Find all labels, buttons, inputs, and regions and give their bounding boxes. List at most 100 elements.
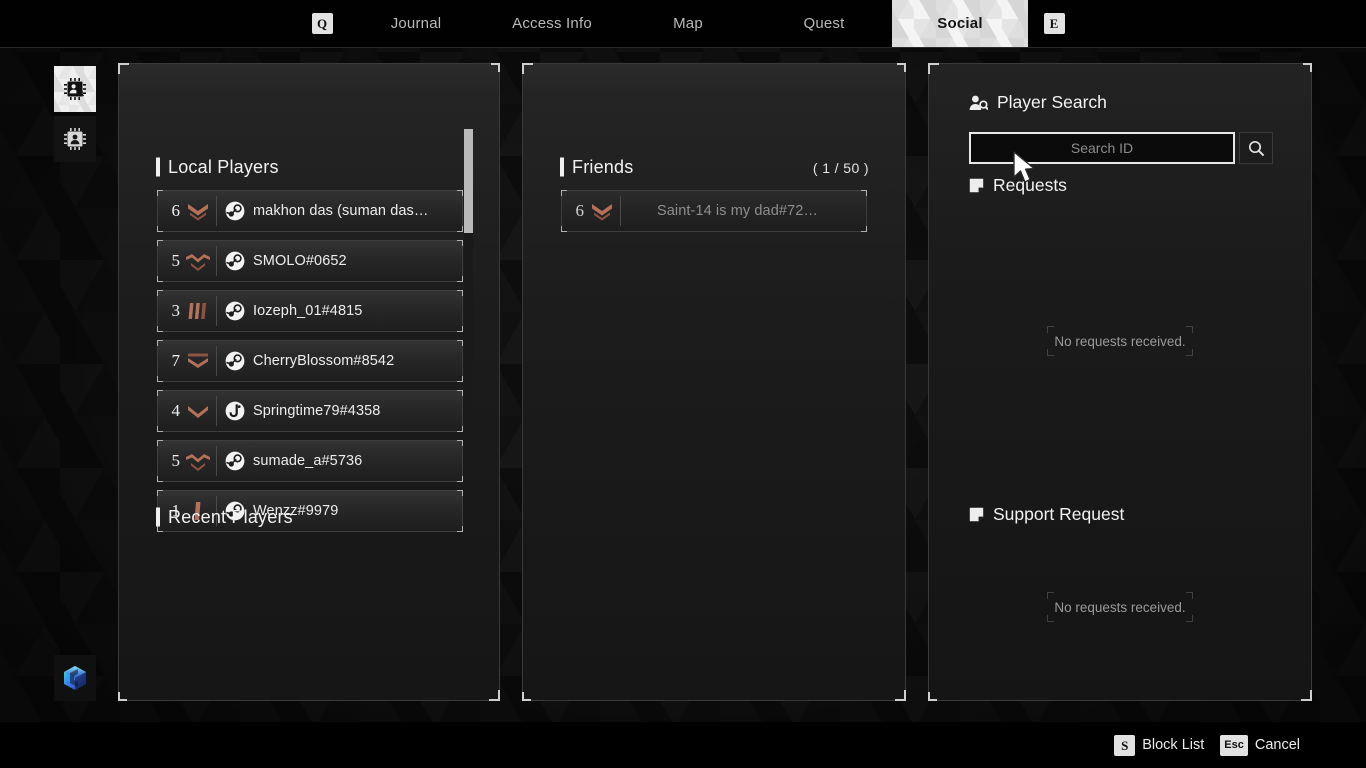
recent-players-header: Recent Players — [119, 504, 293, 530]
player-row[interactable]: 5 SMOLO#0652 — [157, 240, 463, 282]
block-list-label: Block List — [1142, 737, 1205, 753]
key-e-badge: E — [1043, 13, 1065, 34]
steam-icon — [225, 451, 245, 471]
row-divider — [216, 246, 217, 276]
player-name: makhon das (suman das… — [253, 203, 429, 219]
support-request-header: Support Request — [969, 504, 1124, 525]
rank-icon-chevron-bar-double — [188, 353, 208, 368]
player-rank-badge — [182, 350, 214, 372]
tab-social[interactable]: Social — [892, 0, 1028, 47]
player-level: 5 — [171, 451, 181, 470]
key-q-badge: Q — [311, 13, 333, 34]
heading-tick — [560, 157, 564, 177]
support-empty-text: No requests received. — [1054, 600, 1186, 615]
local-players-scrollbar-track[interactable] — [464, 129, 473, 479]
recent-players-title: Recent Players — [168, 506, 293, 527]
player-level: 4 — [171, 401, 181, 420]
rank-icon-chevron-double-down — [592, 204, 612, 221]
player-row[interactable]: 6 makhon das (suman das… — [157, 190, 463, 232]
key-s-badge: S — [1114, 734, 1136, 756]
row-divider — [216, 346, 217, 376]
player-row[interactable]: 6 Saint-14 is my dad#72… — [561, 190, 867, 232]
magnifier-icon — [1248, 140, 1264, 156]
row-divider — [620, 196, 621, 226]
player-rank-badge — [182, 250, 214, 272]
left-rail — [54, 66, 96, 166]
heading-tick — [156, 507, 160, 527]
player-level: 3 — [171, 301, 181, 320]
player-row[interactable]: 5 sumade_a#5736 — [157, 440, 463, 482]
rank-icon-chevron-single — [188, 406, 208, 418]
search-input[interactable] — [971, 134, 1233, 162]
person-search-icon — [969, 95, 988, 110]
row-divider — [216, 446, 217, 476]
player-rank-badge — [182, 200, 214, 222]
platform-icon — [225, 401, 245, 421]
platform-icon-slot — [225, 351, 245, 371]
player-row[interactable]: 3 Iozeph_01#4815 — [157, 290, 463, 332]
game-logo-button[interactable] — [54, 655, 96, 701]
local-players-panel: Local Players 6 makhon das (suman das… 5 … — [118, 63, 500, 701]
cancel-action[interactable]: Esc Cancel — [1220, 734, 1300, 756]
requests-empty-text: No requests received. — [1054, 334, 1186, 349]
platform-icon-slot — [225, 251, 245, 271]
bottom-action-bar: S Block List Esc Cancel — [0, 722, 1366, 768]
player-search-panel: Player Search Requests No requests recei… — [928, 63, 1312, 701]
player-name: SMOLO#0652 — [253, 253, 347, 269]
friends-list: 6 Saint-14 is my dad#72… — [561, 190, 867, 240]
player-rank-badge — [182, 400, 214, 422]
steam-icon — [225, 301, 245, 321]
local-players-scrollbar-thumb[interactable] — [464, 129, 473, 233]
player-name: Saint-14 is my dad#72… — [657, 203, 818, 219]
player-name: CherryBlossom#8542 — [253, 353, 395, 369]
player-level: 6 — [171, 201, 181, 220]
tab-journal[interactable]: Journal — [348, 0, 484, 47]
support-empty-state: No requests received. — [929, 592, 1311, 622]
player-name: sumade_a#5736 — [253, 453, 363, 469]
player-search-header: Player Search — [969, 92, 1107, 113]
row-divider — [216, 196, 217, 226]
player-rank-badge — [586, 200, 618, 222]
row-divider — [216, 296, 217, 326]
tab-quest[interactable]: Quest — [756, 0, 892, 47]
steam-icon — [225, 351, 245, 371]
nav-prev-key[interactable]: Q — [296, 0, 348, 47]
chip-person-search-icon — [64, 78, 86, 100]
search-input-wrapper[interactable] — [969, 132, 1235, 164]
local-players-header: Local Players — [119, 154, 279, 180]
steam-icon — [225, 251, 245, 271]
friends-count: ( 1 / 50 ) — [812, 160, 869, 176]
rank-icon-winged-chevron — [186, 454, 210, 471]
search-submit-button[interactable] — [1239, 132, 1273, 164]
player-rank-badge — [182, 450, 214, 472]
cancel-label: Cancel — [1254, 737, 1300, 753]
local-players-list: 6 makhon das (suman das… 5 SMOLO#0652 3 — [157, 190, 463, 540]
friends-title: Friends — [572, 156, 634, 177]
rank-icon-winged-chevron — [186, 254, 210, 271]
rail-item-player-search[interactable] — [54, 66, 96, 112]
player-row[interactable]: 7 CherryBlossom#8542 — [157, 340, 463, 382]
friends-header: Friends — [523, 154, 633, 180]
friends-panel: Friends ( 1 / 50 ) 6 Saint-14 is my dad#… — [522, 63, 906, 701]
player-row[interactable]: 4 Springtime79#4358 — [157, 390, 463, 432]
tab-map[interactable]: Map — [620, 0, 756, 47]
support-request-title: Support Request — [993, 504, 1125, 524]
platform-icon-slot — [225, 201, 245, 221]
player-level: 5 — [171, 251, 181, 270]
platform-icon-slot — [629, 201, 649, 221]
rank-icon-chevron-double-down — [188, 204, 208, 221]
player-level: 6 — [575, 201, 585, 220]
tab-access-info[interactable]: Access Info — [484, 0, 620, 47]
key-esc-badge: Esc — [1220, 734, 1248, 756]
rail-item-player-list[interactable] — [54, 116, 96, 162]
row-divider — [216, 396, 217, 426]
rank-icon-triple-bar — [188, 303, 207, 319]
requests-title: Requests — [993, 175, 1067, 195]
block-list-action[interactable]: S Block List — [1114, 734, 1205, 756]
cube-icon — [64, 666, 86, 690]
top-navigation-bar: Q Journal Access Info Map Quest Social E — [0, 0, 1366, 48]
player-search-row — [969, 132, 1273, 164]
player-name: Iozeph_01#4815 — [253, 303, 363, 319]
nav-next-key[interactable]: E — [1028, 0, 1080, 47]
platform-icon-slot — [225, 401, 245, 421]
